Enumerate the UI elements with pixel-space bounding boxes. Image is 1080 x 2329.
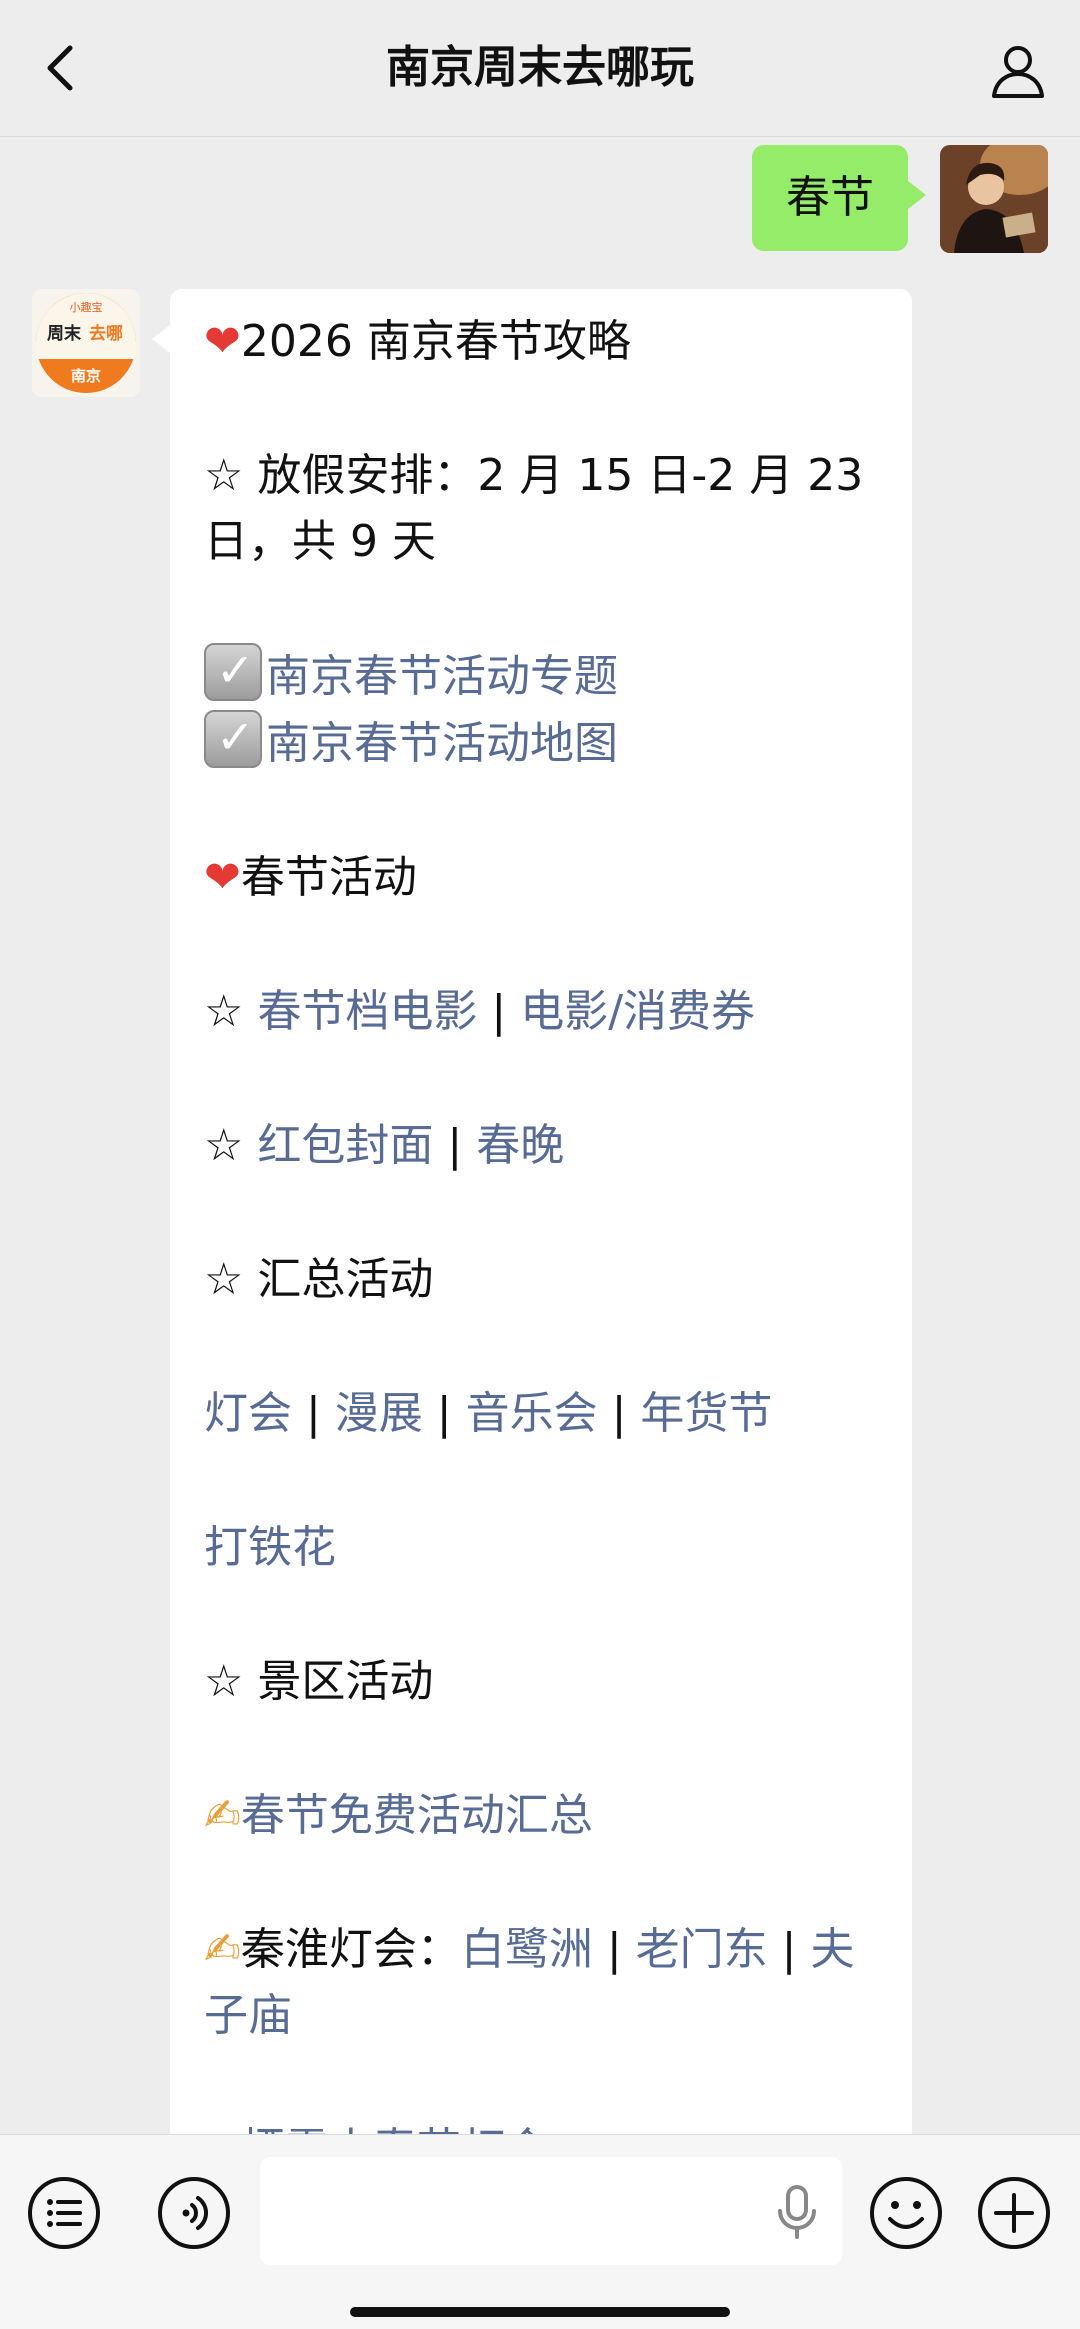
bot-avatar[interactable]: 小趣宝 周末 去哪 南京 (32, 289, 140, 397)
iron-flower-link[interactable]: 打铁花 (204, 1522, 336, 1573)
guide-title: 2026 南京春节攻略 (240, 316, 631, 367)
chat-area[interactable]: 春节 小趣宝 周末 去哪 南京 ❤2026 南京春节攻略 ☆ 放假安排：2 月 … (0, 137, 1080, 2134)
bot-logo-top-text: 小趣宝 (70, 300, 103, 314)
newyear-market-link[interactable]: 年货节 (640, 1388, 772, 1439)
user-message-bubble[interactable]: 春节 (752, 145, 926, 251)
lantern-link[interactable]: 灯会 (204, 1388, 292, 1439)
nav-header: 南京周末去哪玩 (0, 0, 1080, 137)
checkbox-icon (204, 708, 262, 768)
checkbox-icon (204, 641, 262, 701)
spring-section-heading: 春节活动 (240, 852, 417, 903)
message-input[interactable] (260, 2157, 842, 2265)
bot-message-bubble: ❤2026 南京春节攻略 ☆ 放假安排：2 月 15 日-2 月 23 日，共 … (152, 289, 912, 2134)
profile-icon[interactable] (986, 38, 1050, 102)
qinhuai-label: 秦淮灯会： (240, 1924, 461, 1975)
holiday-schedule: ☆ 放假安排：2 月 15 日-2 月 23 日，共 9 天 (204, 450, 864, 567)
input-toolbar (0, 2134, 1080, 2329)
heart-icon: ❤ (204, 316, 241, 367)
separator: | (597, 1388, 641, 1439)
star-marker: ☆ (204, 1120, 258, 1171)
separator: | (592, 1924, 636, 1975)
topic-link[interactable]: 南京春节活动专题 (266, 651, 618, 702)
separator: | (433, 1120, 477, 1171)
home-indicator[interactable] (350, 2307, 730, 2317)
separator: | (767, 1924, 811, 1975)
voice-mode-icon[interactable] (156, 2175, 232, 2251)
writing-hand-icon: ✍ (204, 2124, 241, 2134)
gala-link[interactable]: 春晚 (476, 1120, 564, 1171)
emoji-icon[interactable] (868, 2175, 944, 2251)
concert-link[interactable]: 音乐会 (466, 1388, 598, 1439)
qixia-link[interactable]: 栖霞山春节灯会 (241, 2124, 549, 2134)
scenic-heading: ☆ 景区活动 (204, 1656, 434, 1707)
menu-list-icon[interactable] (26, 2175, 102, 2251)
user-message: 春节 (752, 145, 926, 251)
summary-heading: ☆ 汇总活动 (204, 1254, 434, 1305)
user-avatar[interactable] (940, 145, 1048, 253)
separator: | (477, 986, 521, 1037)
hongbao-link[interactable]: 红包封面 (257, 1120, 433, 1171)
bot-logo-main-a: 周末 (47, 323, 82, 344)
page-title: 南京周末去哪玩 (386, 42, 694, 93)
coupon-link[interactable]: 电影/消费券 (520, 986, 755, 1037)
microphone-icon[interactable] (774, 2183, 820, 2241)
bailuzhou-link[interactable]: 白鹭洲 (461, 1924, 593, 1975)
add-plus-icon[interactable] (976, 2175, 1052, 2251)
writing-hand-icon: ✍ (204, 1790, 241, 1841)
movie-link[interactable]: 春节档电影 (257, 986, 477, 1037)
bot-message-content: ❤2026 南京春节攻略 ☆ 放假安排：2 月 15 日-2 月 23 日，共 … (204, 309, 894, 2134)
free-activities-link[interactable]: 春节免费活动汇总 (241, 1790, 593, 1841)
laomendong-link[interactable]: 老门东 (636, 1924, 768, 1975)
separator: | (292, 1388, 335, 1439)
writing-hand-icon: ✍ (204, 1924, 241, 1975)
map-link[interactable]: 南京春节活动地图 (266, 718, 618, 769)
bot-logo-bottom-text: 南京 (71, 367, 101, 385)
bot-logo-main-b: 去哪 (89, 323, 123, 344)
heart-icon: ❤ (204, 852, 241, 903)
separator: | (422, 1388, 466, 1439)
comic-link[interactable]: 漫展 (335, 1388, 423, 1439)
star-marker: ☆ (204, 986, 258, 1037)
